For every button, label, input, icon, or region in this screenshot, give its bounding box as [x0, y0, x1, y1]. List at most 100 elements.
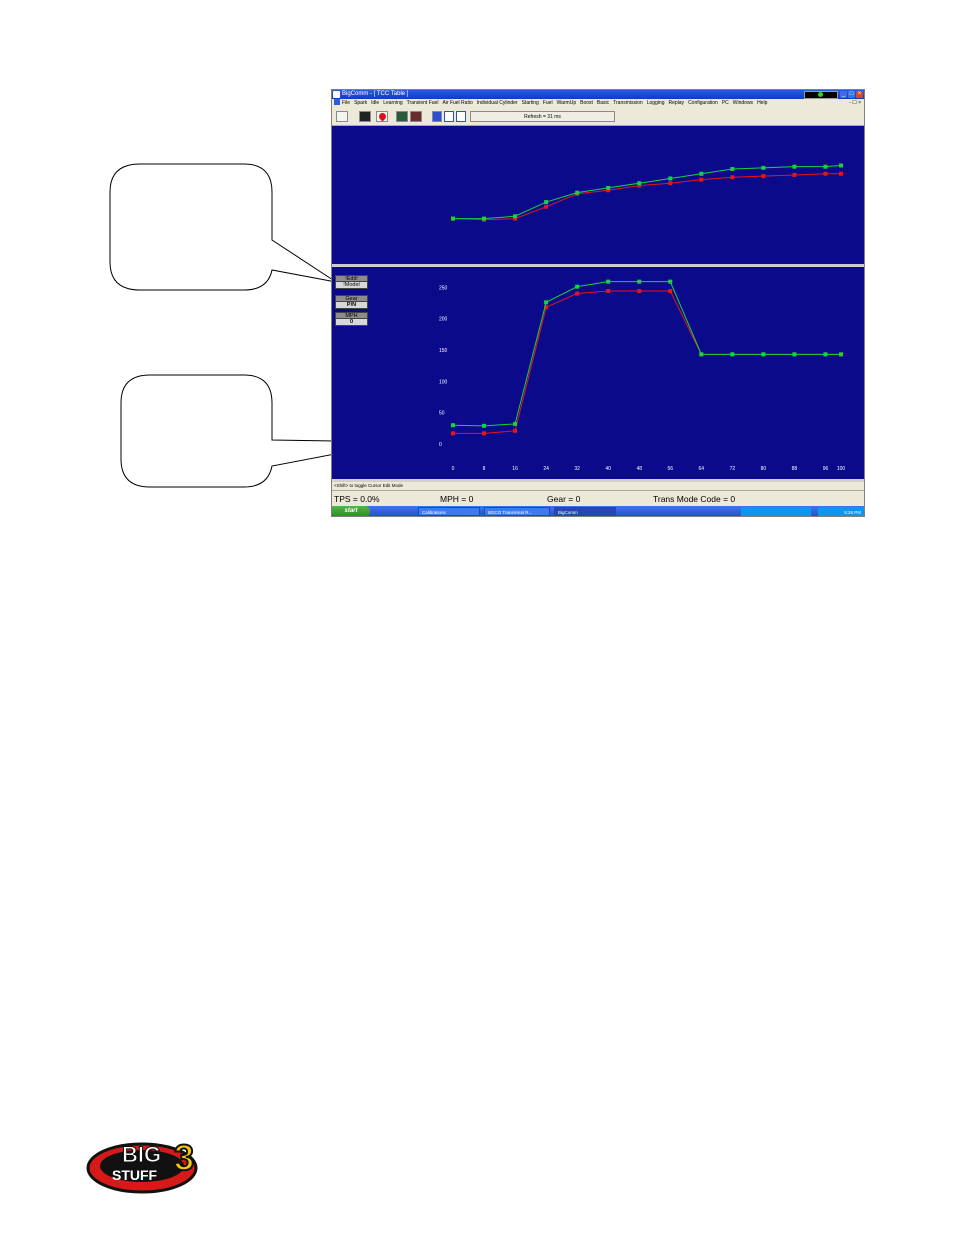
maximize-button[interactable]: □ — [848, 91, 855, 98]
taskbar: start Calibrations BGCO Transmissi R... … — [332, 506, 864, 516]
y-tick-label: 0 — [439, 442, 442, 448]
data-point[interactable] — [544, 204, 549, 209]
data-point[interactable] — [839, 171, 843, 176]
data-point[interactable] — [637, 279, 642, 284]
gauge-view-icon[interactable] — [410, 111, 422, 122]
data-point[interactable] — [606, 185, 611, 190]
menu-item-individual-cylinder[interactable]: Individual Cylinder — [477, 99, 518, 108]
save-icon[interactable] — [359, 111, 371, 122]
chart-panel-top[interactable] — [332, 126, 864, 266]
data-point[interactable] — [544, 300, 549, 305]
menu-item-help[interactable]: Help — [757, 99, 767, 108]
data-point[interactable] — [637, 181, 642, 186]
series-line — [453, 290, 841, 434]
data-point[interactable] — [823, 171, 828, 176]
task-transmission-doc[interactable]: BGCO Transmissi R... — [484, 507, 550, 516]
data-point[interactable] — [699, 352, 704, 357]
x-tick-label: 32 — [574, 466, 580, 472]
data-point[interactable] — [451, 431, 455, 436]
data-point[interactable] — [730, 175, 735, 180]
menu-item-warmup[interactable]: WarmUp — [557, 99, 577, 108]
mdi-controls[interactable]: - ☐ × — [849, 99, 861, 108]
document-icon — [334, 99, 340, 105]
data-point[interactable] — [575, 190, 580, 195]
menu-item-configuration[interactable]: Configuration — [688, 99, 718, 108]
data-point[interactable] — [668, 289, 673, 294]
x-tick-label: 24 — [543, 466, 549, 472]
data-point[interactable] — [451, 216, 455, 221]
menu-item-air-fuel-ratio[interactable]: Air Fuel Ratio — [442, 99, 472, 108]
menu-item-fuel[interactable]: Fuel — [543, 99, 553, 108]
data-point[interactable] — [451, 423, 455, 428]
tps-status: TPS = 0.0% — [334, 494, 380, 504]
data-point[interactable] — [792, 164, 797, 169]
menu-item-pc[interactable]: PC — [722, 99, 729, 108]
series-line — [452, 173, 841, 221]
menu-item-transient-fuel[interactable]: Transient Fuel — [407, 99, 439, 108]
data-point[interactable] — [792, 352, 797, 357]
data-point[interactable] — [482, 431, 487, 436]
minimize-button[interactable]: _ — [840, 91, 847, 98]
data-point[interactable] — [761, 352, 766, 357]
data-point[interactable] — [730, 167, 735, 172]
new-file-icon[interactable] — [336, 111, 348, 122]
data-point[interactable] — [761, 174, 766, 179]
data-point[interactable] — [668, 181, 673, 186]
menu-item-spark[interactable]: Spark — [354, 99, 367, 108]
tile-horizontal-icon[interactable] — [444, 111, 454, 122]
menu-item-idle[interactable]: Idle — [371, 99, 379, 108]
data-point[interactable] — [823, 352, 828, 357]
chart-view-icon[interactable] — [396, 111, 408, 122]
cascade-icon[interactable] — [432, 111, 442, 122]
data-point[interactable] — [637, 289, 642, 294]
data-point[interactable] — [606, 289, 611, 294]
menu-item-starting[interactable]: Starting — [522, 99, 539, 108]
app-icon — [333, 91, 340, 98]
mode-box[interactable]: !Edit! !Model — [335, 275, 368, 289]
record-icon[interactable] — [376, 111, 388, 122]
data-point[interactable] — [513, 214, 518, 219]
data-point[interactable] — [699, 171, 704, 176]
bottom-line-chart[interactable]: 0 50 100 150 200 250 0 8 16 24 32 40 48 56 64 72 80 88 96 1… — [332, 267, 864, 479]
close-button[interactable]: × — [856, 91, 863, 98]
data-point[interactable] — [823, 164, 828, 169]
status-indicator — [804, 91, 838, 99]
task-calibrations[interactable]: Calibrations — [418, 507, 480, 516]
bigcomm-screenshot: BigComm - [ TCC Table ] _ □ × File Spark I… — [331, 89, 865, 517]
media-controls[interactable] — [741, 507, 811, 516]
menu-item-file[interactable]: File — [342, 99, 350, 108]
window-title: BigComm - [ TCC Table ] — [342, 91, 409, 97]
data-point[interactable] — [839, 163, 843, 168]
x-tick-label: 16 — [512, 466, 518, 472]
data-point[interactable] — [482, 423, 487, 428]
data-point[interactable] — [792, 172, 797, 177]
start-button[interactable]: start — [332, 506, 370, 516]
menu-item-boost[interactable]: Boost — [580, 99, 593, 108]
data-point[interactable] — [730, 352, 735, 357]
data-point[interactable] — [668, 176, 673, 181]
data-point[interactable] — [513, 421, 518, 426]
data-point[interactable] — [699, 177, 704, 182]
data-point[interactable] — [839, 352, 843, 357]
chart-panel-bottom[interactable]: 0 50 100 150 200 250 0 8 16 24 32 40 48 56 64 72 80 88 96 1… — [332, 267, 864, 479]
data-point[interactable] — [668, 279, 673, 284]
data-point[interactable] — [513, 428, 518, 433]
top-line-chart[interactable] — [332, 126, 864, 264]
menu-item-logging[interactable]: Logging — [647, 99, 665, 108]
menu-item-learning[interactable]: Learning — [383, 99, 402, 108]
y-tick-label: 150 — [439, 348, 448, 354]
menu-item-basic[interactable]: Basic — [597, 99, 609, 108]
data-point[interactable] — [544, 200, 549, 205]
tile-vertical-icon[interactable] — [456, 111, 466, 122]
data-point[interactable] — [482, 216, 487, 221]
data-point[interactable] — [575, 284, 580, 289]
data-point[interactable] — [761, 165, 766, 170]
model-label[interactable]: !Model — [335, 282, 368, 289]
edit-label[interactable]: !Edit! — [335, 275, 368, 282]
menu-item-replay[interactable]: Replay — [668, 99, 684, 108]
data-point[interactable] — [575, 291, 580, 296]
task-bigcomm[interactable]: BigComm — [554, 507, 616, 516]
menu-item-windows[interactable]: Windows — [733, 99, 753, 108]
data-point[interactable] — [606, 279, 611, 284]
menu-item-transmission[interactable]: Transmission — [613, 99, 643, 108]
